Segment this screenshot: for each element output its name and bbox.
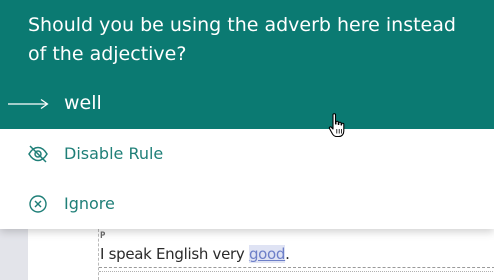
editor-area[interactable]: P I speak English very good. [28, 229, 494, 280]
arrow-right-icon [8, 99, 49, 109]
suggestion-label: well [64, 92, 102, 114]
popup-header: Should you be using the adverb here inst… [0, 0, 494, 129]
paragraph-tag: P [100, 231, 106, 241]
flagged-word[interactable]: good [248, 245, 285, 263]
page: P I speak English very good. Should you … [0, 0, 494, 280]
ignore-button[interactable]: Ignore [0, 181, 494, 227]
paragraph-block[interactable]: P I speak English very good. [98, 229, 494, 280]
disable-rule-label: Disable Rule [64, 144, 164, 163]
paragraph-text[interactable]: I speak English very good. [100, 245, 290, 263]
text-before: I speak English very [100, 245, 249, 263]
paragraph-border-dotted [99, 271, 494, 272]
suggestion-item[interactable]: well [0, 86, 494, 122]
close-circle-icon [29, 195, 47, 213]
disable-rule-button[interactable]: Disable Rule [0, 131, 494, 177]
suggestion-popup: Should you be using the adverb here inst… [0, 0, 494, 229]
hand-pointer-icon [328, 113, 345, 138]
editor-gutter [0, 229, 28, 280]
text-after: . [285, 245, 290, 263]
eye-off-icon [28, 145, 48, 163]
ignore-label: Ignore [64, 194, 115, 213]
suggestion-message: Should you be using the adverb here inst… [28, 14, 456, 65]
paragraph-border [99, 267, 494, 268]
